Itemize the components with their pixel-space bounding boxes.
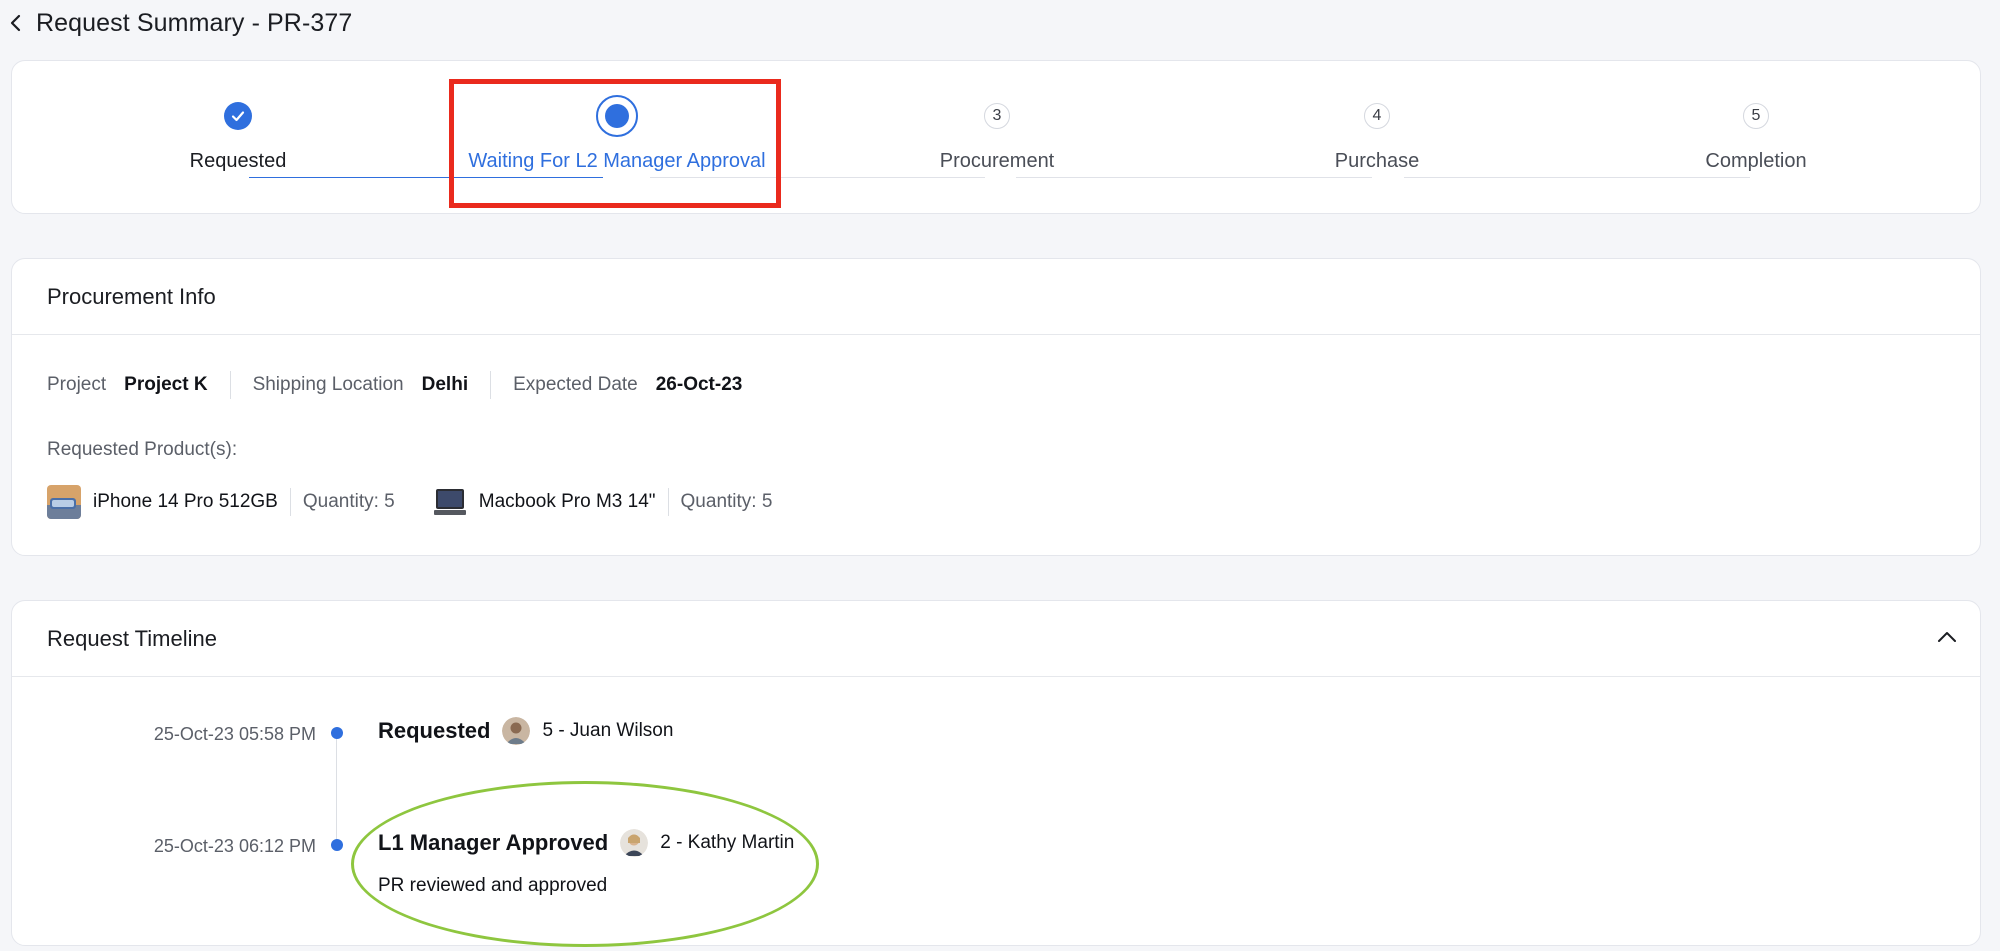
step-label: Purchase bbox=[1334, 150, 1420, 172]
timeline-dot bbox=[331, 727, 343, 739]
section-title: Request Timeline bbox=[12, 601, 1980, 677]
step-completion: 5 Completion bbox=[1566, 61, 1946, 215]
avatar bbox=[502, 717, 531, 745]
check-icon bbox=[224, 102, 252, 130]
product-quantity: Quantity: 5 bbox=[302, 491, 395, 512]
page-header: Request Summary - PR-377 bbox=[8, 6, 352, 40]
divider bbox=[490, 371, 492, 399]
event-timestamp: 25-Oct-23 05:58 PM bbox=[153, 724, 316, 744]
iphone-thumbnail bbox=[47, 485, 81, 519]
event-user: 5 - Juan Wilson bbox=[542, 720, 674, 741]
event-title: Requested bbox=[378, 718, 491, 743]
step-label: Requested bbox=[189, 150, 287, 172]
timeline-dot bbox=[331, 839, 343, 851]
step-number: 5 bbox=[1743, 103, 1769, 129]
divider bbox=[229, 371, 231, 399]
page-title: Request Summary - PR-377 bbox=[36, 8, 353, 37]
section-title: Procurement Info bbox=[12, 259, 1980, 335]
field-project: Project Project K bbox=[47, 374, 208, 396]
chevron-left-icon[interactable] bbox=[8, 13, 24, 33]
step-label: Waiting For L2 Manager Approval bbox=[468, 150, 766, 172]
procurement-fields: Project Project K Shipping Location Delh… bbox=[47, 371, 742, 399]
divider bbox=[289, 488, 291, 516]
timeline-connector bbox=[336, 735, 337, 845]
product-name: Macbook Pro M3 14" bbox=[478, 491, 656, 512]
step-procurement: 3 Procurement bbox=[807, 61, 1187, 215]
product-quantity: Quantity: 5 bbox=[680, 491, 773, 512]
event-user: 2 - Kathy Martin bbox=[660, 832, 795, 853]
macbook-thumbnail bbox=[432, 485, 467, 519]
chevron-up-icon[interactable] bbox=[1936, 629, 1958, 645]
event-title: L1 Manager Approved bbox=[378, 830, 609, 855]
timeline-event: L1 Manager Approved 2 - Kathy Martin bbox=[378, 829, 794, 857]
progress-stepper: Requested Waiting For L2 Manager Approva… bbox=[11, 60, 1981, 214]
field-label: Expected Date bbox=[513, 374, 638, 395]
step-number: 3 bbox=[984, 103, 1010, 129]
step-label: Completion bbox=[1705, 150, 1807, 172]
avatar bbox=[620, 829, 649, 857]
step-waiting-l2-approval: Waiting For L2 Manager Approval bbox=[427, 61, 807, 215]
field-label: Shipping Location bbox=[252, 374, 404, 395]
field-value: Delhi bbox=[421, 374, 469, 395]
event-comment: PR reviewed and approved bbox=[378, 875, 608, 896]
product-name: iPhone 14 Pro 512GB bbox=[93, 491, 278, 512]
timeline-event: Requested 5 - Juan Wilson bbox=[378, 717, 673, 745]
field-expected-date: Expected Date 26-Oct-23 bbox=[513, 374, 742, 396]
field-value: 26-Oct-23 bbox=[655, 374, 743, 395]
step-number: 4 bbox=[1364, 103, 1390, 129]
event-timestamp: 25-Oct-23 06:12 PM bbox=[153, 836, 316, 856]
request-timeline-card: Request Timeline 25-Oct-23 05:58 PM Requ… bbox=[11, 600, 1981, 947]
step-requested: Requested bbox=[48, 61, 428, 215]
field-value: Project K bbox=[124, 374, 208, 395]
field-shipping-location: Shipping Location Delhi bbox=[253, 374, 469, 396]
procurement-info-card: Procurement Info Project Project K Shipp… bbox=[11, 258, 1981, 556]
divider bbox=[667, 488, 669, 516]
current-step-indicator bbox=[596, 95, 638, 137]
highlight-annotation-ellipse bbox=[351, 781, 819, 947]
step-purchase: 4 Purchase bbox=[1187, 61, 1567, 215]
requested-products-label: Requested Product(s): bbox=[47, 439, 238, 460]
products-list: iPhone 14 Pro 512GB Quantity: 5 Macbook … bbox=[47, 485, 772, 519]
field-label: Project bbox=[47, 374, 107, 395]
step-label: Procurement bbox=[939, 150, 1055, 172]
